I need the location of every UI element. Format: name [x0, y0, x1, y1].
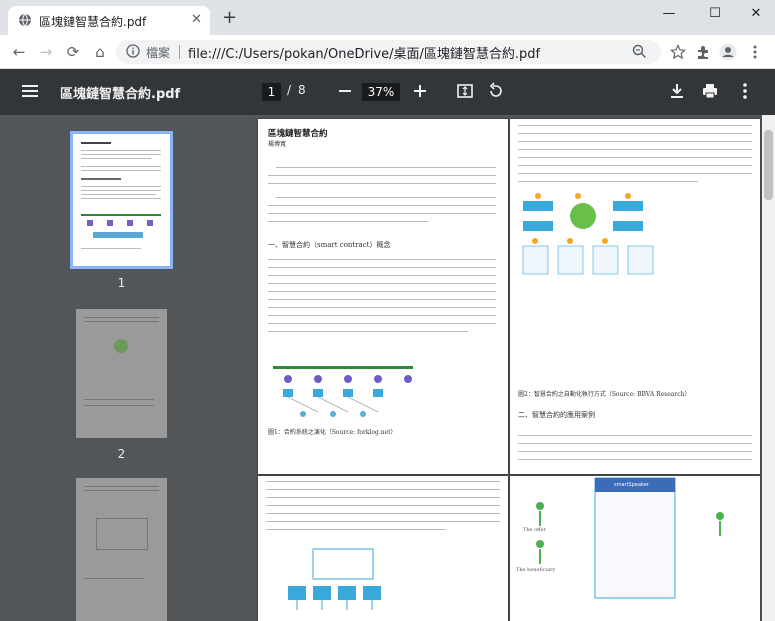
diagram-label: The offer	[523, 527, 547, 533]
author: 楊博寬	[268, 141, 287, 148]
page-thumbnail-2[interactable]	[76, 309, 167, 438]
pdf-page-4: smartSpeaker The offer The beneficiary	[510, 476, 760, 621]
page-number-input[interactable]: 1	[262, 83, 281, 101]
ledger-diagram	[288, 548, 381, 610]
tab-title: 區塊鏈智慧合約.pdf	[39, 15, 147, 29]
section-heading: 二、智慧合約的應用案例	[518, 411, 595, 419]
download-icon[interactable]	[667, 81, 687, 101]
smart-speaker-diagram	[536, 477, 724, 599]
home-button[interactable]: ⌂	[91, 43, 109, 61]
profile-avatar-icon[interactable]	[719, 43, 737, 61]
omnibox-divider	[179, 45, 180, 59]
scrollbar-thumb[interactable]	[764, 130, 773, 200]
pdf-page-3	[258, 476, 508, 621]
thumbnail-number: 1	[117, 276, 126, 290]
info-icon[interactable]	[126, 44, 140, 58]
figure-caption: 圖1：合約系統之演化（Source: forklog.net）	[268, 429, 397, 436]
thumbnail-number: 2	[117, 447, 126, 461]
pdf-toolbar: 區塊鏈智慧合約.pdf 1 / 8 37%	[0, 69, 775, 115]
smart-box-label: smartSpeaker	[614, 482, 649, 488]
omnibox-scheme-label: 檔案	[146, 46, 171, 60]
reload-button[interactable]: ⟳	[64, 43, 82, 61]
rotate-icon[interactable]	[486, 81, 506, 101]
pdf-title: 區塊鏈智慧合約.pdf	[60, 87, 181, 102]
zoom-out-icon[interactable]	[335, 81, 355, 101]
zoom-level-input[interactable]: 37%	[362, 83, 400, 101]
pdf-viewer[interactable]: 區塊鏈智慧合約 楊博寬 一、智慧合約（smart contract）概念 圖1：…	[243, 115, 775, 621]
address-bar[interactable]: 檔案 file:///C:/Users/pokan/OneDrive/桌面/區塊…	[116, 40, 661, 64]
browser-tab[interactable]: 區塊鏈智慧合約.pdf ✕	[8, 6, 210, 35]
more-actions-icon[interactable]	[735, 81, 755, 101]
back-button[interactable]: ←	[10, 43, 28, 61]
url-text[interactable]: file:///C:/Users/pokan/OneDrive/桌面/區塊鏈智慧…	[188, 43, 540, 62]
hamburger-menu-icon[interactable]	[22, 84, 38, 98]
minimize-button[interactable]: —	[650, 4, 688, 24]
automation-diagram	[522, 193, 654, 275]
page-thumbnail-3[interactable]	[76, 478, 167, 621]
print-icon[interactable]	[700, 81, 720, 101]
page-thumbnail-1[interactable]	[70, 131, 173, 269]
figure-caption: 圖2：智慧合約之自動化執行方式（Source: BBVA Research）	[518, 391, 691, 398]
pdf-page-1: 區塊鏈智慧合約 楊博寬 一、智慧合約（smart contract）概念 圖1：…	[258, 119, 508, 474]
pdf-page-2: 圖2：智慧合約之自動化執行方式（Source: BBVA Research） 二…	[510, 119, 760, 474]
globe-icon	[19, 13, 31, 27]
diagram-label: The beneficiary	[516, 567, 556, 573]
zoom-in-icon[interactable]	[410, 81, 430, 101]
browser-toolbar: ← → ⟳ ⌂ 檔案 file:///C:/Users/pokan/OneDri…	[0, 35, 775, 69]
contract-evolution-diagram	[273, 366, 413, 417]
maximize-button[interactable]: ☐	[696, 4, 734, 24]
section-heading: 一、智慧合約（smart contract）概念	[268, 241, 391, 249]
extensions-icon[interactable]	[695, 44, 711, 60]
close-window-button[interactable]: ✕	[737, 4, 775, 24]
forward-button[interactable]: →	[37, 43, 55, 61]
page-total: 8	[298, 83, 306, 97]
tab-strip: 區塊鏈智慧合約.pdf ✕ + — ☐ ✕	[0, 0, 775, 35]
star-icon[interactable]	[670, 44, 686, 60]
tab-close-icon[interactable]: ✕	[191, 12, 202, 27]
new-tab-button[interactable]: +	[222, 9, 237, 27]
page-title: 區塊鏈智慧合約	[268, 129, 328, 139]
zoom-icon[interactable]	[632, 44, 647, 59]
page-separator: /	[287, 83, 292, 97]
fit-page-icon[interactable]	[455, 81, 475, 101]
menu-dots-icon[interactable]	[748, 44, 762, 60]
